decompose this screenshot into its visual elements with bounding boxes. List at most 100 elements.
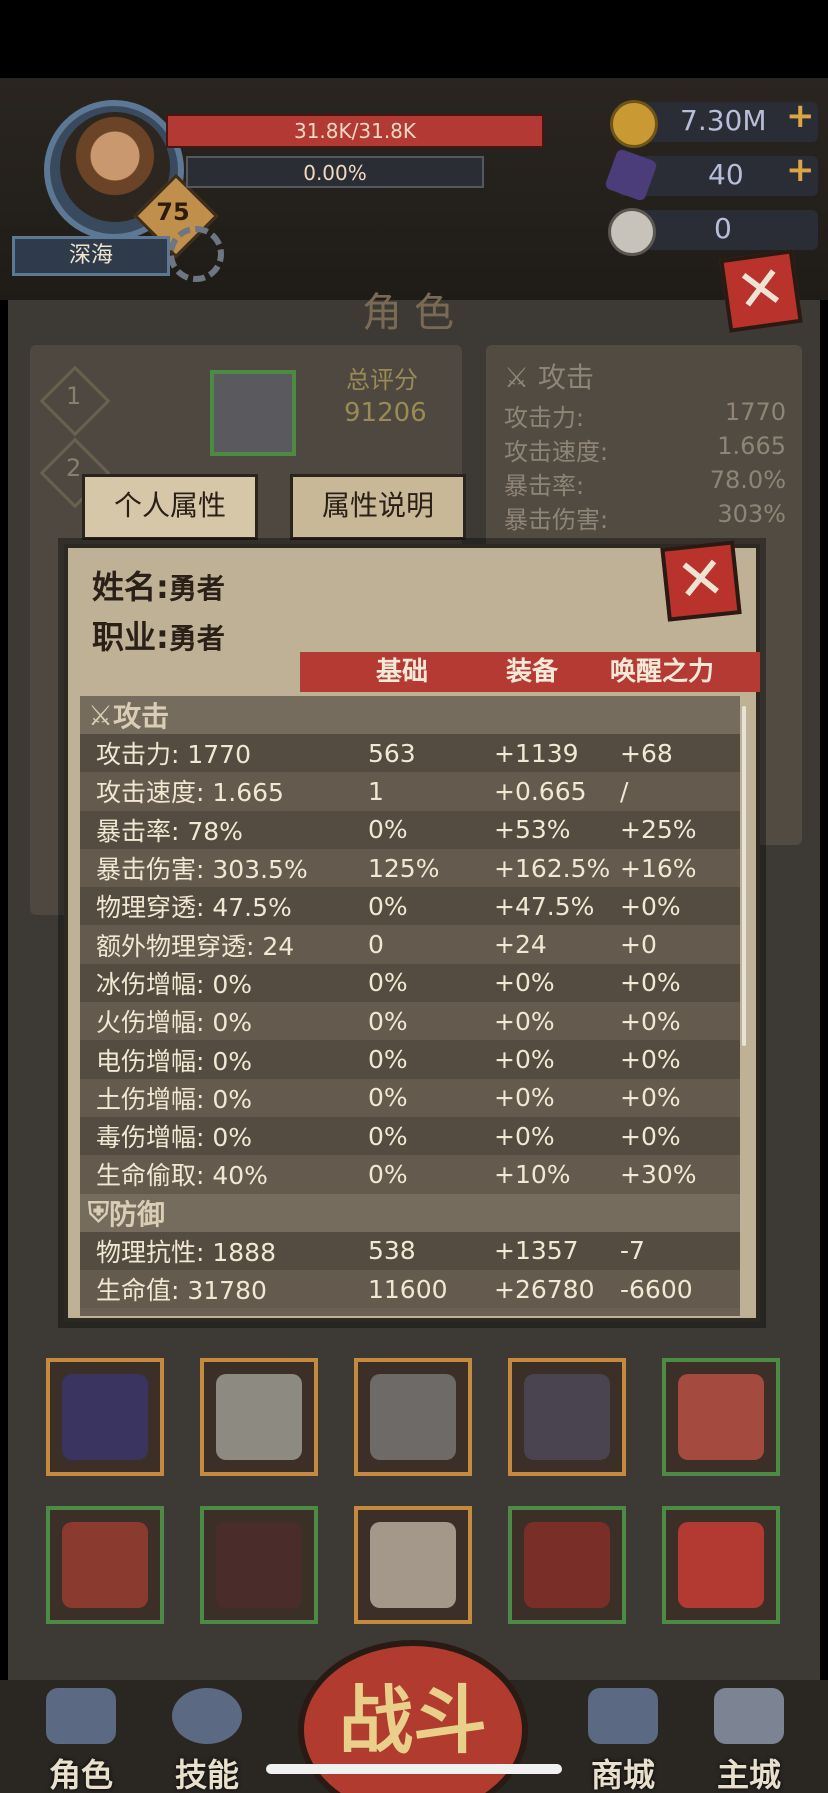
stat-equipment: +162.5% xyxy=(494,853,611,883)
stat-base: 0% xyxy=(368,815,408,845)
equipment-slot-coat[interactable] xyxy=(508,1506,626,1624)
stat-equipment: +0% xyxy=(494,1121,555,1151)
hp-bar: 31.8K/31.8K xyxy=(166,114,544,148)
shop-tent-icon xyxy=(588,1688,658,1744)
nav-main-city-label: 主城 xyxy=(716,1756,781,1793)
nav-main-city[interactable]: 主城 xyxy=(694,1688,804,1793)
stat-base: 11600 xyxy=(368,1274,448,1304)
table-row: 生命值: 31780 11600 +26780 -6600 xyxy=(80,1269,740,1309)
equipment-slot-collar[interactable] xyxy=(662,1358,780,1476)
section-title: 防御 xyxy=(109,1197,166,1231)
stat-equipment: +0% xyxy=(494,968,555,998)
stat-total: 物理穿透: 47.5% xyxy=(96,893,292,923)
section-header: ⛨ 防御 xyxy=(80,1193,740,1232)
stat-total: 土伤增幅: 0% xyxy=(96,1084,253,1114)
section-title: 攻击 xyxy=(113,700,170,733)
stat-awakening: +0% xyxy=(620,891,681,921)
summary-value: 303% xyxy=(717,500,786,528)
stat-awakening: -6600 xyxy=(620,1274,693,1304)
stat-equipment: +10% xyxy=(494,1159,571,1189)
player-name-plate: 深海 xyxy=(12,236,170,276)
settings-gear-icon[interactable] xyxy=(168,226,224,282)
table-row: 生命偷取: 40% 0% +10% +30% xyxy=(80,1155,740,1194)
summary-section-label: 攻击 xyxy=(538,361,595,394)
class-label: 职业: xyxy=(92,618,169,656)
stage-1-label: 1 xyxy=(66,382,82,410)
summary-row: 攻击速度: 1.665 xyxy=(504,432,786,467)
summary-value: 1.665 xyxy=(717,432,786,460)
summary-row: 攻击力: 1770 xyxy=(504,398,786,433)
stat-awakening: +0% xyxy=(620,1121,681,1151)
table-row: 火伤增幅: 0% 0% +0% +0% xyxy=(80,1002,740,1041)
tower-portrait-icon xyxy=(210,370,296,456)
equipment-slot-amulet[interactable] xyxy=(354,1506,472,1624)
stat-base: 125% xyxy=(368,853,440,883)
tab-personal-attributes[interactable]: 个人属性 xyxy=(82,474,258,540)
summary-row: 暴击率: 78.0% xyxy=(504,466,786,501)
stat-base: 0% xyxy=(368,1083,408,1113)
equipment-slot-boots[interactable] xyxy=(200,1358,318,1476)
page-close-button[interactable]: ✕ xyxy=(719,249,803,333)
equipment-slot-ring[interactable] xyxy=(46,1358,164,1476)
nav-role[interactable]: 角色 xyxy=(26,1688,136,1793)
stat-awakening: +0% xyxy=(620,968,681,998)
tab-attribute-description[interactable]: 属性说明 xyxy=(290,474,466,540)
nav-skills[interactable]: 技能 xyxy=(152,1688,262,1793)
class-row: 职业:勇者 xyxy=(92,612,225,658)
table-row: 攻击速度: 1.665 1 +0.665 / xyxy=(80,772,740,811)
stat-base: 0% xyxy=(368,1121,408,1151)
stat-total: 毒伤增幅: 0% xyxy=(96,1123,253,1153)
equipment-slot-gauntlet[interactable] xyxy=(354,1358,472,1476)
stat-equipment: +53% xyxy=(494,815,571,845)
stat-total: 生命偷取: 40% xyxy=(96,1161,268,1191)
stat-equipment: +47.5% xyxy=(494,891,595,921)
table-row: 攻击力: 1770 563 +1139 +68 xyxy=(80,734,740,773)
summary-label: 暴击伤害: xyxy=(504,506,609,534)
stat-total: 额外物理穿透: 24 xyxy=(96,931,295,961)
exp-bar: 0.00% xyxy=(186,156,484,188)
stat-base: 0% xyxy=(368,1045,408,1075)
stat-total: 暴击率: 78% xyxy=(96,816,243,846)
ram-skull-icon xyxy=(608,208,656,256)
home-indicator[interactable] xyxy=(266,1764,562,1774)
stat-total: 生命值: 31780 xyxy=(96,1276,267,1305)
stat-equipment: +0.665 xyxy=(494,776,587,806)
summary-label: 攻击速度: xyxy=(504,438,609,466)
summary-label: 攻击力: xyxy=(504,404,585,432)
crystal-value: 40 xyxy=(708,158,744,191)
stat-total: 攻击力: 1770 xyxy=(96,740,251,770)
table-row: 暴击伤害: 303.5% 125% +162.5% +16% xyxy=(80,848,740,888)
helmet-icon xyxy=(46,1688,116,1744)
stat-awakening: / xyxy=(620,776,629,806)
stat-equipment: +1357 xyxy=(494,1236,579,1266)
close-icon[interactable]: ✕ xyxy=(660,540,742,622)
exp-text: 0.00% xyxy=(303,161,367,185)
add-crystal-button[interactable]: + xyxy=(786,150,815,190)
equipment-slot-hat[interactable] xyxy=(662,1506,780,1624)
add-gold-button[interactable]: + xyxy=(786,96,815,136)
nav-shop-label: 商城 xyxy=(590,1756,655,1793)
stat-awakening: +0% xyxy=(620,1006,681,1036)
table-row: 物理抗性: 1888 538 +1357 -7 xyxy=(80,1231,740,1270)
stat-awakening: +68 xyxy=(620,738,673,768)
ram-value: 0 xyxy=(714,212,732,245)
nav-shop[interactable]: 商城 xyxy=(568,1688,678,1793)
table-row: 额外物理穿透: 24 0 +24 +0 xyxy=(80,925,740,964)
stat-total: 电伤增幅: 0% xyxy=(96,1046,253,1076)
attribute-table[interactable]: ⚔ 攻击 攻击力: 1770 563 +1139 +68 攻击速度: 1.665 1 +0.6… xyxy=(80,696,740,1316)
table-scrollbar[interactable] xyxy=(742,706,746,1046)
gold-coin-icon xyxy=(610,100,658,148)
stage-2-label: 2 xyxy=(66,454,82,482)
equipment-slot-pants[interactable] xyxy=(46,1506,164,1624)
score-value: 91206 xyxy=(344,398,427,428)
equipment-slot-bracer[interactable] xyxy=(508,1358,626,1476)
col-header-equipment: 装备 xyxy=(506,657,559,687)
stat-base: 563 xyxy=(368,738,416,768)
equipment-slot-shoes[interactable] xyxy=(200,1506,318,1624)
col-header-base: 基础 xyxy=(376,657,429,687)
stat-base: 0 xyxy=(368,930,384,960)
section-header: ⚔ 攻击 xyxy=(80,696,740,734)
col-header-awakening: 唤醒之力 xyxy=(610,657,715,687)
nav-role-label: 角色 xyxy=(48,1756,113,1793)
stat-base: 538 xyxy=(368,1236,416,1266)
